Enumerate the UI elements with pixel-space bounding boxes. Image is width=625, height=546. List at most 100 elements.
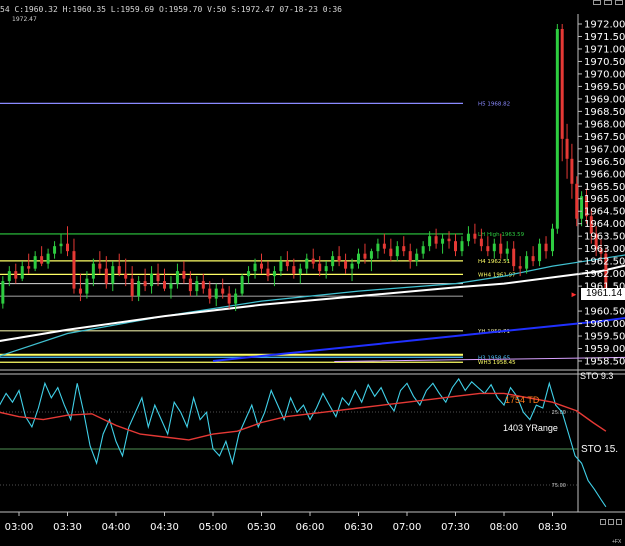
time-tick-label: 06:00 (296, 522, 325, 533)
last-price-box: 1961.14 (581, 288, 625, 300)
candle-body (27, 266, 31, 269)
candle-body (234, 293, 238, 304)
candle-body (570, 158, 574, 184)
candle-body (305, 258, 309, 269)
candle-body (124, 273, 128, 279)
scroll-left-icon[interactable] (600, 519, 606, 525)
candle-body (240, 276, 244, 294)
candle-body (415, 253, 419, 262)
candle-body (486, 246, 490, 252)
time-tick-label: 03:00 (5, 522, 34, 533)
candle-body (499, 243, 503, 254)
candle-body (14, 271, 18, 279)
level-lines: H5 1968.82LH High 1963.59H4 1962.51WH4 1… (0, 101, 525, 366)
price-tick-label: 1969.00 (584, 94, 625, 105)
price-tick-label: 1964.50 (584, 207, 625, 218)
candle-body (518, 266, 522, 269)
candle-body (130, 278, 134, 297)
zoom-icon[interactable] (616, 519, 622, 525)
candle-body (337, 256, 341, 262)
candle-body (260, 263, 263, 269)
time-tick-label: 07:00 (393, 522, 422, 533)
price-tick-label: 1963.50 (584, 232, 625, 243)
candle-body (382, 243, 386, 249)
candle-body (214, 288, 218, 299)
candle-body (311, 258, 315, 264)
candle-body (538, 243, 542, 262)
candle-body (104, 268, 108, 284)
level-label-wh3: WH3 1958.45 (478, 360, 516, 366)
candle-body (292, 266, 296, 274)
time-tick-label: 08:00 (490, 522, 519, 533)
time-tick-label: 07:30 (441, 522, 470, 533)
candle-body (441, 238, 445, 244)
candle-body (466, 233, 470, 242)
price-tick-label: 1965.50 (584, 182, 625, 193)
candle-body (376, 243, 380, 252)
sto-level-25-label: 25.00 (552, 410, 566, 416)
price-tick-label: 1958.50 (584, 357, 625, 368)
candle-body (7, 271, 11, 282)
yrange-label: 1403 YRange (503, 423, 558, 433)
time-tick-label: 06:30 (344, 522, 373, 533)
candle-body (72, 251, 76, 289)
price-tick-label: 1967.50 (584, 132, 625, 143)
price-tick-label: 1959.50 (584, 332, 625, 343)
candle-body (137, 281, 141, 297)
candle-body (492, 243, 496, 252)
candle-body (117, 266, 121, 274)
candle-body (447, 238, 451, 242)
price-tick-label: 1972.00 (584, 20, 625, 31)
price-tick-label: 1962.50 (584, 257, 625, 268)
candle-body (344, 261, 348, 269)
price-tick-label: 1970.00 (584, 69, 625, 80)
price-chart[interactable]: H5 1968.82LH High 1963.59H4 1962.51WH4 1… (0, 0, 625, 546)
candle-body (91, 263, 95, 279)
candle-body (580, 196, 584, 219)
candle-body (324, 266, 328, 272)
candle-body (156, 273, 160, 282)
candle-body (163, 281, 166, 289)
candle-body (143, 281, 147, 287)
candle-body (318, 263, 322, 272)
candle-body (363, 253, 367, 259)
price-tick-label: 1971.00 (584, 44, 625, 55)
candle-body (331, 256, 335, 267)
fx-mark: +FX (612, 539, 622, 545)
candle-body (531, 256, 535, 262)
candle-body (505, 248, 509, 254)
candle-body (408, 251, 412, 262)
candle-body (555, 28, 559, 229)
price-tick-label: 1960.50 (584, 307, 625, 318)
price-tick-label: 1968.50 (584, 107, 625, 118)
price-tick-label: 1963.00 (584, 244, 625, 255)
candle-body (78, 288, 82, 294)
price-tick-label: 1968.00 (584, 119, 625, 130)
candle-body (227, 293, 231, 304)
candle-body (111, 266, 115, 284)
candle-body (46, 253, 50, 264)
price-tick-label: 1964.00 (584, 219, 625, 230)
candle-body (575, 183, 579, 219)
price-tick-label: 1967.00 (584, 144, 625, 155)
candle-body (560, 28, 564, 139)
candle-body (175, 271, 179, 284)
level-label-h4: H4 1962.51 (478, 259, 510, 265)
candle-body (285, 261, 289, 267)
time-tick-label: 05:30 (247, 522, 276, 533)
candle-body (182, 271, 186, 279)
candle-body (33, 256, 37, 269)
price-axis: 1972.001971.501971.00 1970.501970.00 1969.… (578, 20, 625, 368)
scroll-right-icon[interactable] (608, 519, 614, 525)
candle-body (253, 263, 257, 272)
candles (1, 24, 608, 312)
candle-body (421, 246, 425, 254)
candle-body (434, 236, 438, 244)
time-axis: 03:00 03:30 04:00 04:30 05:00 05:30 06:00 06:30… (5, 512, 567, 533)
candle-body (402, 246, 406, 252)
candle-body (85, 278, 89, 294)
time-tick-label: 08:30 (538, 522, 567, 533)
candle-body (512, 248, 516, 267)
candle-body (565, 138, 569, 159)
candle-body (40, 256, 44, 264)
